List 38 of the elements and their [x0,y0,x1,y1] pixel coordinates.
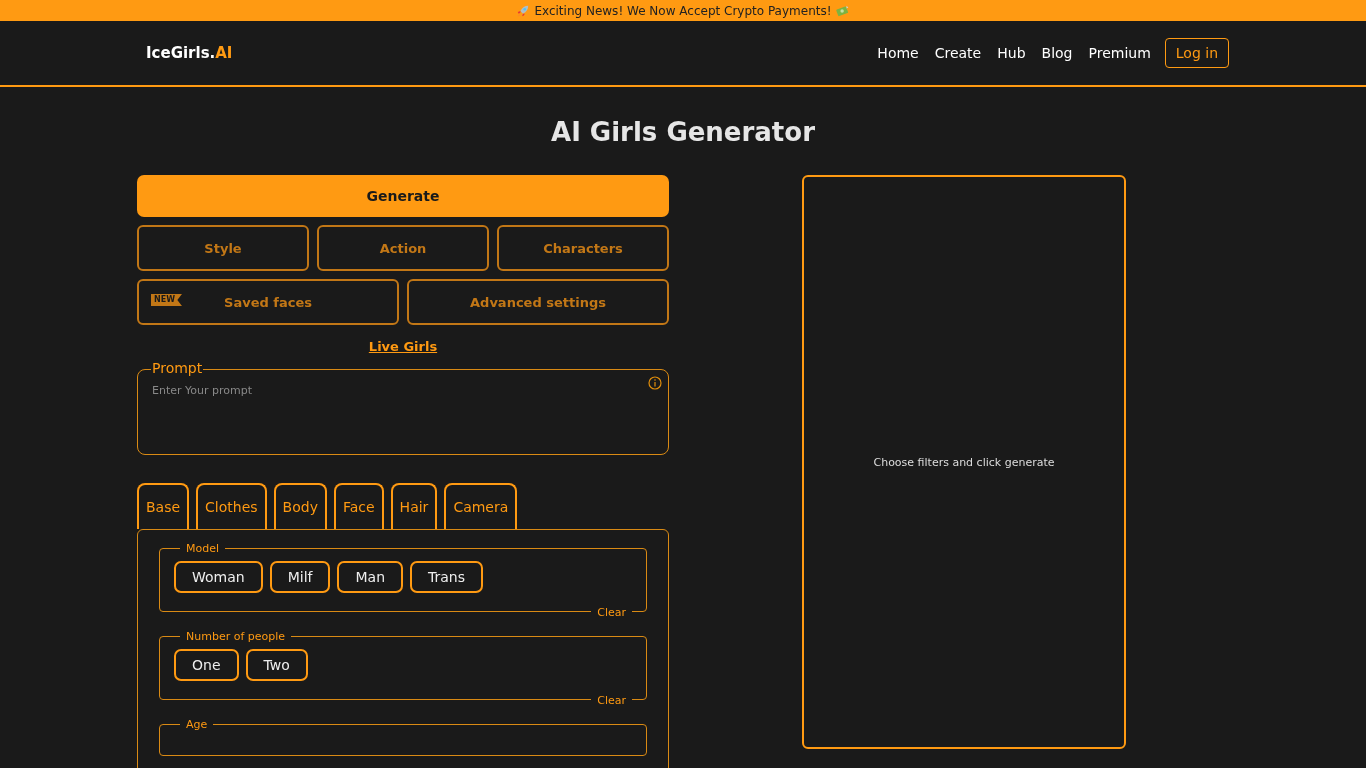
option-button[interactable]: NEW Saved faces [137,279,399,325]
filter-tab[interactable]: Camera [444,483,518,529]
page-title: AI Girls Generator [550,117,816,147]
option-chip[interactable]: Milf [269,561,331,593]
rocket-icon [516,3,531,18]
clear-button[interactable]: Clear [591,694,632,707]
option-chip[interactable]: One [174,649,239,681]
new-badge: NEW [151,294,182,306]
option-button[interactable]: Characters [497,225,669,271]
login-button[interactable]: Log in [1164,38,1229,68]
filter-tab[interactable]: Hair [390,483,438,529]
option-button[interactable]: Action [317,225,489,271]
generate-button[interactable]: Generate [137,175,669,217]
option-button[interactable]: Style [137,225,309,271]
filter-tab[interactable]: Base [137,483,190,529]
section-title: Age [185,718,209,731]
nav-link[interactable]: Hub [997,45,1026,61]
info-icon[interactable] [648,376,662,390]
option-button[interactable]: Advanced settings [407,279,669,325]
section-title: Number of people [185,630,287,643]
preview-message: Choose filters and click generate [873,455,1055,469]
money-icon [835,3,850,18]
nav-link[interactable]: Home [877,45,919,61]
clear-button[interactable]: Clear [591,606,632,619]
nav-link[interactable]: Blog [1041,45,1073,61]
option-chip[interactable]: Two [245,649,308,681]
nav-link[interactable]: Create [934,45,982,61]
logo[interactable]: IceGirls.AI [146,44,233,62]
banner-text: Exciting News! We Now Accept Crypto Payments! [534,3,832,18]
option-chip[interactable]: Woman [174,561,263,593]
filter-tab[interactable]: Face [333,483,384,529]
section-title: Model [185,542,221,555]
option-chip[interactable]: Man [337,561,403,593]
filter-tab[interactable]: Body [273,483,327,529]
option-chip[interactable]: Trans [410,561,483,593]
filter-tab[interactable]: Clothes [196,483,267,529]
live-link[interactable]: Live Girls [368,339,438,354]
nav-link[interactable]: Premium [1088,45,1151,61]
